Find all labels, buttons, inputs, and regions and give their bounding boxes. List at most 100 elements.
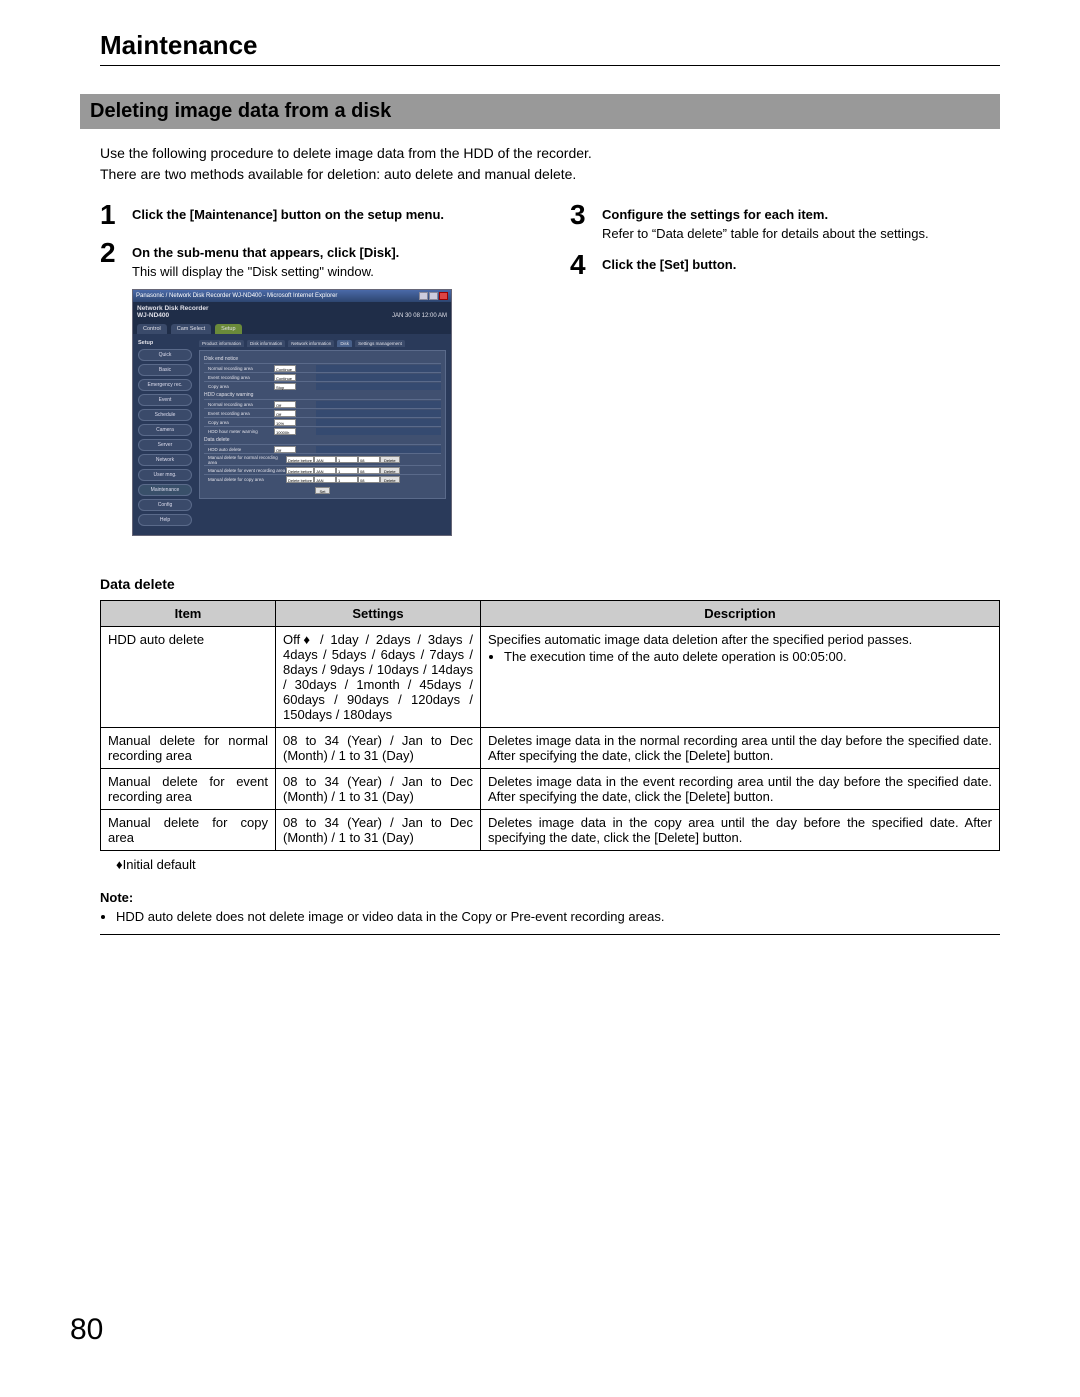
- btn-delete-2[interactable]: Delete: [380, 476, 400, 483]
- subtab-settings-mgmt[interactable]: Settings management: [355, 340, 405, 347]
- cell-desc-3: Deletes image data in the copy area unti…: [481, 810, 1000, 851]
- lbl-before-0: Delete before: [286, 456, 314, 463]
- side-title: Setup: [138, 340, 192, 346]
- subtab-disk-info[interactable]: Disk information: [247, 340, 285, 347]
- side-event[interactable]: Event: [138, 394, 192, 406]
- sel-mn0-m[interactable]: JAN: [314, 456, 336, 463]
- cell-desc-1: Deletes image data in the normal recordi…: [481, 728, 1000, 769]
- side-basic[interactable]: Basic: [138, 364, 192, 376]
- side-config[interactable]: Config: [138, 499, 192, 511]
- sel-mn2-d[interactable]: 1: [336, 476, 358, 483]
- row-cw-event: Event recording area: [204, 411, 274, 416]
- intro-line-2: There are two methods available for dele…: [100, 164, 1000, 185]
- close-icon[interactable]: [439, 292, 448, 300]
- table-row: Manual delete for event recording area 0…: [101, 769, 1000, 810]
- sel-mn2-y[interactable]: 08: [358, 476, 380, 483]
- th-description: Description: [481, 601, 1000, 627]
- step-3-sub: Refer to “Data delete” table for details…: [602, 226, 1000, 241]
- cell-settings-3: 08 to 34 (Year) / Jan to Dec (Month) / 1…: [276, 810, 481, 851]
- step-2-sub: This will display the "Disk setting" win…: [132, 264, 530, 279]
- step-4-text: Click the [Set] button.: [602, 257, 736, 272]
- cell-desc-0-bullet: The execution time of the auto delete op…: [504, 649, 992, 664]
- sel-cw-normal[interactable]: Off: [274, 401, 296, 408]
- sel-mn1-y[interactable]: 08: [358, 467, 380, 474]
- step-2-text: On the sub-menu that appears, click [Dis…: [132, 245, 399, 260]
- subtab-network-info[interactable]: Network information: [288, 340, 334, 347]
- row-man-copy: Manual delete for copy area: [204, 477, 286, 482]
- tab-control[interactable]: Control: [137, 324, 167, 334]
- sel-mn1-m[interactable]: JAN: [314, 467, 336, 474]
- initial-default-note: ♦Initial default: [116, 857, 1000, 872]
- page-number: 80: [70, 1313, 103, 1347]
- side-server[interactable]: Server: [138, 439, 192, 451]
- row-event-rec: Event recording area: [204, 375, 274, 380]
- side-emergency[interactable]: Emergency rec.: [138, 379, 192, 391]
- cell-item-0: HDD auto delete: [101, 627, 276, 728]
- btn-delete-0[interactable]: Delete: [380, 456, 400, 463]
- table-row: Manual delete for copy area 08 to 34 (Ye…: [101, 810, 1000, 851]
- side-quick[interactable]: Quick: [138, 349, 192, 361]
- th-item: Item: [101, 601, 276, 627]
- cell-item-1: Manual delete for normal recording area: [101, 728, 276, 769]
- note-heading: Note:: [100, 890, 1000, 905]
- page-title: Maintenance: [100, 30, 1000, 61]
- step-number-3: 3: [570, 201, 602, 229]
- side-schedule[interactable]: Schedule: [138, 409, 192, 421]
- subtab-product-info[interactable]: Product information: [199, 340, 244, 347]
- table-row: HDD auto delete Off♦ / 1day / 2days / 3d…: [101, 627, 1000, 728]
- side-network[interactable]: Network: [138, 454, 192, 466]
- sel-event-rec[interactable]: Continue: [274, 374, 296, 381]
- cell-desc-2: Deletes image data in the event recordin…: [481, 769, 1000, 810]
- intro-line-1: Use the following procedure to delete im…: [100, 143, 1000, 164]
- minimize-icon[interactable]: [419, 292, 428, 300]
- side-maintenance[interactable]: Maintenance: [138, 484, 192, 496]
- data-delete-table: Item Settings Description HDD auto delet…: [100, 600, 1000, 851]
- side-help[interactable]: Help: [138, 514, 192, 526]
- subtab-disk[interactable]: Disk: [337, 340, 352, 347]
- tab-cam-select[interactable]: Cam Select: [171, 324, 211, 334]
- cell-item-3: Manual delete for copy area: [101, 810, 276, 851]
- cell-settings-1: 08 to 34 (Year) / Jan to Dec (Month) / 1…: [276, 728, 481, 769]
- step-number-1: 1: [100, 201, 132, 229]
- btn-delete-1[interactable]: Delete: [380, 467, 400, 474]
- row-man-normal: Manual delete for normal recording area: [204, 455, 286, 465]
- cell-item-2: Manual delete for event recording area: [101, 769, 276, 810]
- set-button[interactable]: Set: [315, 487, 329, 494]
- data-delete-label: Data delete: [204, 437, 441, 443]
- data-delete-heading: Data delete: [100, 576, 1000, 592]
- sel-mn2-m[interactable]: JAN: [314, 476, 336, 483]
- cell-settings-0: Off♦ / 1day / 2days / 3days / 4days / 5d…: [276, 627, 481, 728]
- sel-hour-meter[interactable]: 10000h: [274, 428, 296, 435]
- step-1-text: Click the [Maintenance] button on the se…: [132, 207, 444, 222]
- side-usermng[interactable]: User mng.: [138, 469, 192, 481]
- table-row: Manual delete for normal recording area …: [101, 728, 1000, 769]
- sel-mn0-y[interactable]: 08: [358, 456, 380, 463]
- section-heading: Deleting image data from a disk: [80, 94, 1000, 129]
- maximize-icon[interactable]: [429, 292, 438, 300]
- title-rule: [100, 65, 1000, 66]
- hdd-capacity-warning-label: HDD capacity warning: [204, 392, 441, 398]
- lbl-before-2: Delete before: [286, 476, 314, 483]
- tab-setup[interactable]: Setup: [215, 324, 241, 334]
- row-hour-meter: HDD hour meter warning: [204, 429, 274, 434]
- brand-line2: WJ-ND400: [137, 312, 209, 319]
- sel-cw-event[interactable]: Off: [274, 410, 296, 417]
- side-camera[interactable]: Camera: [138, 424, 192, 436]
- cell-settings-2: 08 to 34 (Year) / Jan to Dec (Month) / 1…: [276, 769, 481, 810]
- step-number-4: 4: [570, 251, 602, 279]
- row-auto-delete: HDD auto delete: [204, 447, 274, 452]
- sel-mn0-d[interactable]: 1: [336, 456, 358, 463]
- brand-line1: Network Disk Recorder: [137, 305, 209, 312]
- step-3-text: Configure the settings for each item.: [602, 207, 828, 222]
- sel-auto-delete[interactable]: Off: [274, 446, 296, 453]
- sel-normal-rec[interactable]: Continue: [274, 365, 296, 372]
- sel-mn1-d[interactable]: 1: [336, 467, 358, 474]
- row-normal-rec: Normal recording area: [204, 366, 274, 371]
- sel-copy-area[interactable]: Stop: [274, 383, 296, 390]
- note-rule: [100, 934, 1000, 935]
- window-title: Panasonic / Network Disk Recorder WJ-ND4…: [136, 293, 337, 299]
- step-number-2: 2: [100, 239, 132, 267]
- lbl-before-1: Delete before: [286, 467, 314, 474]
- cell-desc-0: Specifies automatic image data deletion …: [488, 632, 912, 647]
- sel-cw-copy[interactable]: 10%: [274, 419, 296, 426]
